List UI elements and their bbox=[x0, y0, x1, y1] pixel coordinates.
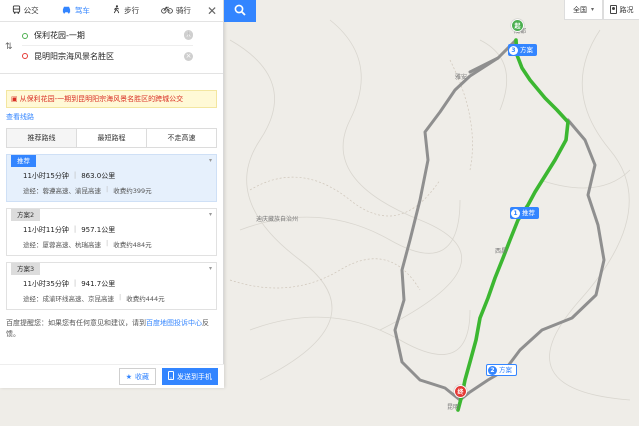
origin-dot-icon bbox=[22, 32, 28, 39]
plan-tag: 方案3 bbox=[11, 263, 41, 275]
bike-icon bbox=[161, 5, 173, 17]
tab-transit[interactable]: 公交 bbox=[0, 0, 50, 22]
tab-drive[interactable]: 驾车 bbox=[50, 0, 100, 22]
feedback-tip: 百度提醒您：如果您有任何意见和建议，请到百度地图投诉中心反馈。 bbox=[6, 318, 217, 340]
walk-icon bbox=[112, 4, 121, 17]
region-selector[interactable]: 全国 ▾ bbox=[563, 0, 603, 20]
complaint-center-link[interactable]: 百度地图投诉中心 bbox=[146, 319, 202, 327]
plan-via: 途经：成渝环线高速、京昆高速 bbox=[23, 295, 114, 303]
tab-walk[interactable]: 步行 bbox=[101, 0, 151, 22]
search-button[interactable] bbox=[224, 0, 256, 22]
tab-walk-label: 步行 bbox=[124, 6, 140, 15]
tab-no-highway[interactable]: 不走高速 bbox=[147, 129, 216, 147]
search-icon bbox=[234, 4, 246, 18]
origin-row: 保利花园-一期 × bbox=[22, 26, 193, 46]
plan-toll: 收费约444元 bbox=[126, 295, 165, 303]
route-plan-2[interactable]: 方案2 ▾ 11小时11分钟 | 957.1公里 途经：厦蓉高速、杭瑞高速 | … bbox=[6, 208, 217, 256]
bus-icon bbox=[12, 4, 21, 17]
divider: | bbox=[106, 239, 109, 247]
plan-via: 途经：厦蓉高速、杭瑞高速 bbox=[23, 241, 101, 249]
divider: | bbox=[73, 171, 77, 179]
origin-destination-box: ⇅ 保利花园-一期 × + 昆明阳宗海风景名胜区 × bbox=[0, 22, 223, 74]
car-icon bbox=[61, 5, 72, 17]
travel-mode-tabs: 公交 驾车 步行 骑行 ✕ bbox=[0, 0, 223, 22]
phone-icon bbox=[168, 371, 174, 382]
end-marker[interactable]: 终 bbox=[454, 385, 467, 398]
tab-recommended-route[interactable]: 推荐路线 bbox=[7, 129, 77, 147]
route-plan-1[interactable]: 推荐 ▾ 11小时15分钟 | 863.0公里 途经：蓉遵高速、渝昆高速 | 收… bbox=[6, 154, 217, 202]
traffic-toggle[interactable]: 路况 bbox=[603, 0, 639, 20]
destination-row: 昆明阳宗海风景名胜区 × bbox=[22, 46, 193, 66]
destination-dot-icon bbox=[22, 53, 28, 59]
tab-bike[interactable]: 骑行 bbox=[151, 0, 201, 22]
favorite-button[interactable]: ★ 收藏 bbox=[118, 368, 156, 385]
close-icon[interactable]: ✕ bbox=[201, 0, 223, 22]
add-waypoint-icon[interactable]: + bbox=[184, 30, 193, 39]
map-label-xichang: 西昌 bbox=[495, 248, 508, 255]
chevron-down-icon: ▾ bbox=[208, 265, 212, 272]
chevron-down-icon: ▾ bbox=[208, 211, 212, 218]
divider: | bbox=[119, 293, 122, 301]
route-badge-plan3[interactable]: 3 方案 bbox=[508, 44, 537, 56]
map-label-diqing: 迪庆藏族自治州 bbox=[256, 216, 299, 223]
map-label-yaan: 雅安 bbox=[455, 74, 468, 81]
plan-distance: 863.0公里 bbox=[81, 172, 116, 180]
map-label-kunming: 昆明 bbox=[447, 404, 460, 411]
divider: | bbox=[73, 279, 77, 287]
tab-drive-label: 驾车 bbox=[74, 6, 90, 15]
plan-time: 11小时15分钟 bbox=[23, 172, 69, 180]
plan-via: 途经：蓉遵高速、渝昆高速 bbox=[23, 187, 101, 195]
route-badge-plan2-number: 2 bbox=[488, 365, 497, 375]
route-preference-tabs: 推荐路线 最短路程 不走高速 bbox=[6, 128, 217, 148]
divider: | bbox=[73, 225, 77, 233]
star-icon: ★ bbox=[125, 372, 132, 381]
traffic-light-icon bbox=[609, 5, 617, 14]
transit-notice-text: 从保利花园-一期到昆明阳宗海风景名胜区的跨城公交 bbox=[19, 95, 184, 103]
plan-time: 11小时11分钟 bbox=[23, 226, 69, 234]
route-plan-3[interactable]: 方案3 ▾ 11小时35分钟 | 941.7公里 途经：成渝环线高速、京昆高速 … bbox=[6, 262, 217, 310]
chevron-down-icon: ▾ bbox=[208, 157, 212, 164]
send-to-phone-button[interactable]: 发送到手机 bbox=[162, 368, 218, 385]
tab-transit-label: 公交 bbox=[23, 6, 39, 15]
region-label: 全国 bbox=[572, 5, 587, 14]
divider: | bbox=[106, 185, 109, 193]
tab-bike-label: 骑行 bbox=[175, 6, 191, 15]
chevron-down-icon: ▾ bbox=[590, 6, 594, 13]
traffic-label: 路况 bbox=[619, 5, 634, 14]
view-lines-link[interactable]: 查看线路 bbox=[6, 112, 217, 122]
destination-input[interactable]: 昆明阳宗海风景名胜区 bbox=[34, 51, 180, 62]
plan-tag: 方案2 bbox=[11, 209, 41, 221]
route-badge-recommend[interactable]: 1 推荐 bbox=[510, 207, 539, 219]
plan-toll: 收费约484元 bbox=[113, 241, 152, 249]
route-badge-recommend-label: 推荐 bbox=[522, 209, 535, 217]
route-badge-plan3-number: 3 bbox=[509, 45, 518, 55]
route-badge-plan2-label: 方案 bbox=[499, 366, 512, 374]
plan-tag: 推荐 bbox=[11, 155, 36, 167]
clear-destination-icon[interactable]: × bbox=[184, 51, 193, 61]
plan-distance: 957.1公里 bbox=[81, 226, 116, 234]
tab-shortest-route[interactable]: 最短路程 bbox=[77, 129, 147, 147]
plan-time: 11小时35分钟 bbox=[23, 280, 69, 288]
send-label: 发送到手机 bbox=[177, 372, 212, 381]
transit-notice[interactable]: ▣ 从保利花园-一期到昆明阳宗海风景名胜区的跨城公交 bbox=[6, 90, 217, 108]
tip-prefix: 百度提醒您：如果您有任何意见和建议，请到 bbox=[6, 319, 146, 327]
origin-input[interactable]: 保利花园-一期 bbox=[34, 30, 180, 41]
panel-actions: ★ 收藏 发送到手机 bbox=[0, 364, 224, 388]
plan-toll: 收费约399元 bbox=[113, 187, 152, 195]
favorite-label: 收藏 bbox=[135, 372, 149, 381]
start-marker[interactable]: 起 bbox=[511, 19, 524, 32]
route-badge-recommend-number: 1 bbox=[511, 208, 520, 218]
route-badge-plan2[interactable]: 2 方案 bbox=[486, 364, 517, 376]
route-badge-plan3-label: 方案 bbox=[520, 46, 533, 54]
route-panel: 公交 驾车 步行 骑行 ✕ ⇅ 保利花园-一期 × + 昆明阳宗海风景名胜区 ×… bbox=[0, 0, 256, 388]
bus-icon: ▣ bbox=[11, 95, 18, 103]
plan-distance: 941.7公里 bbox=[81, 280, 116, 288]
swap-icon[interactable]: ⇅ bbox=[5, 42, 13, 52]
